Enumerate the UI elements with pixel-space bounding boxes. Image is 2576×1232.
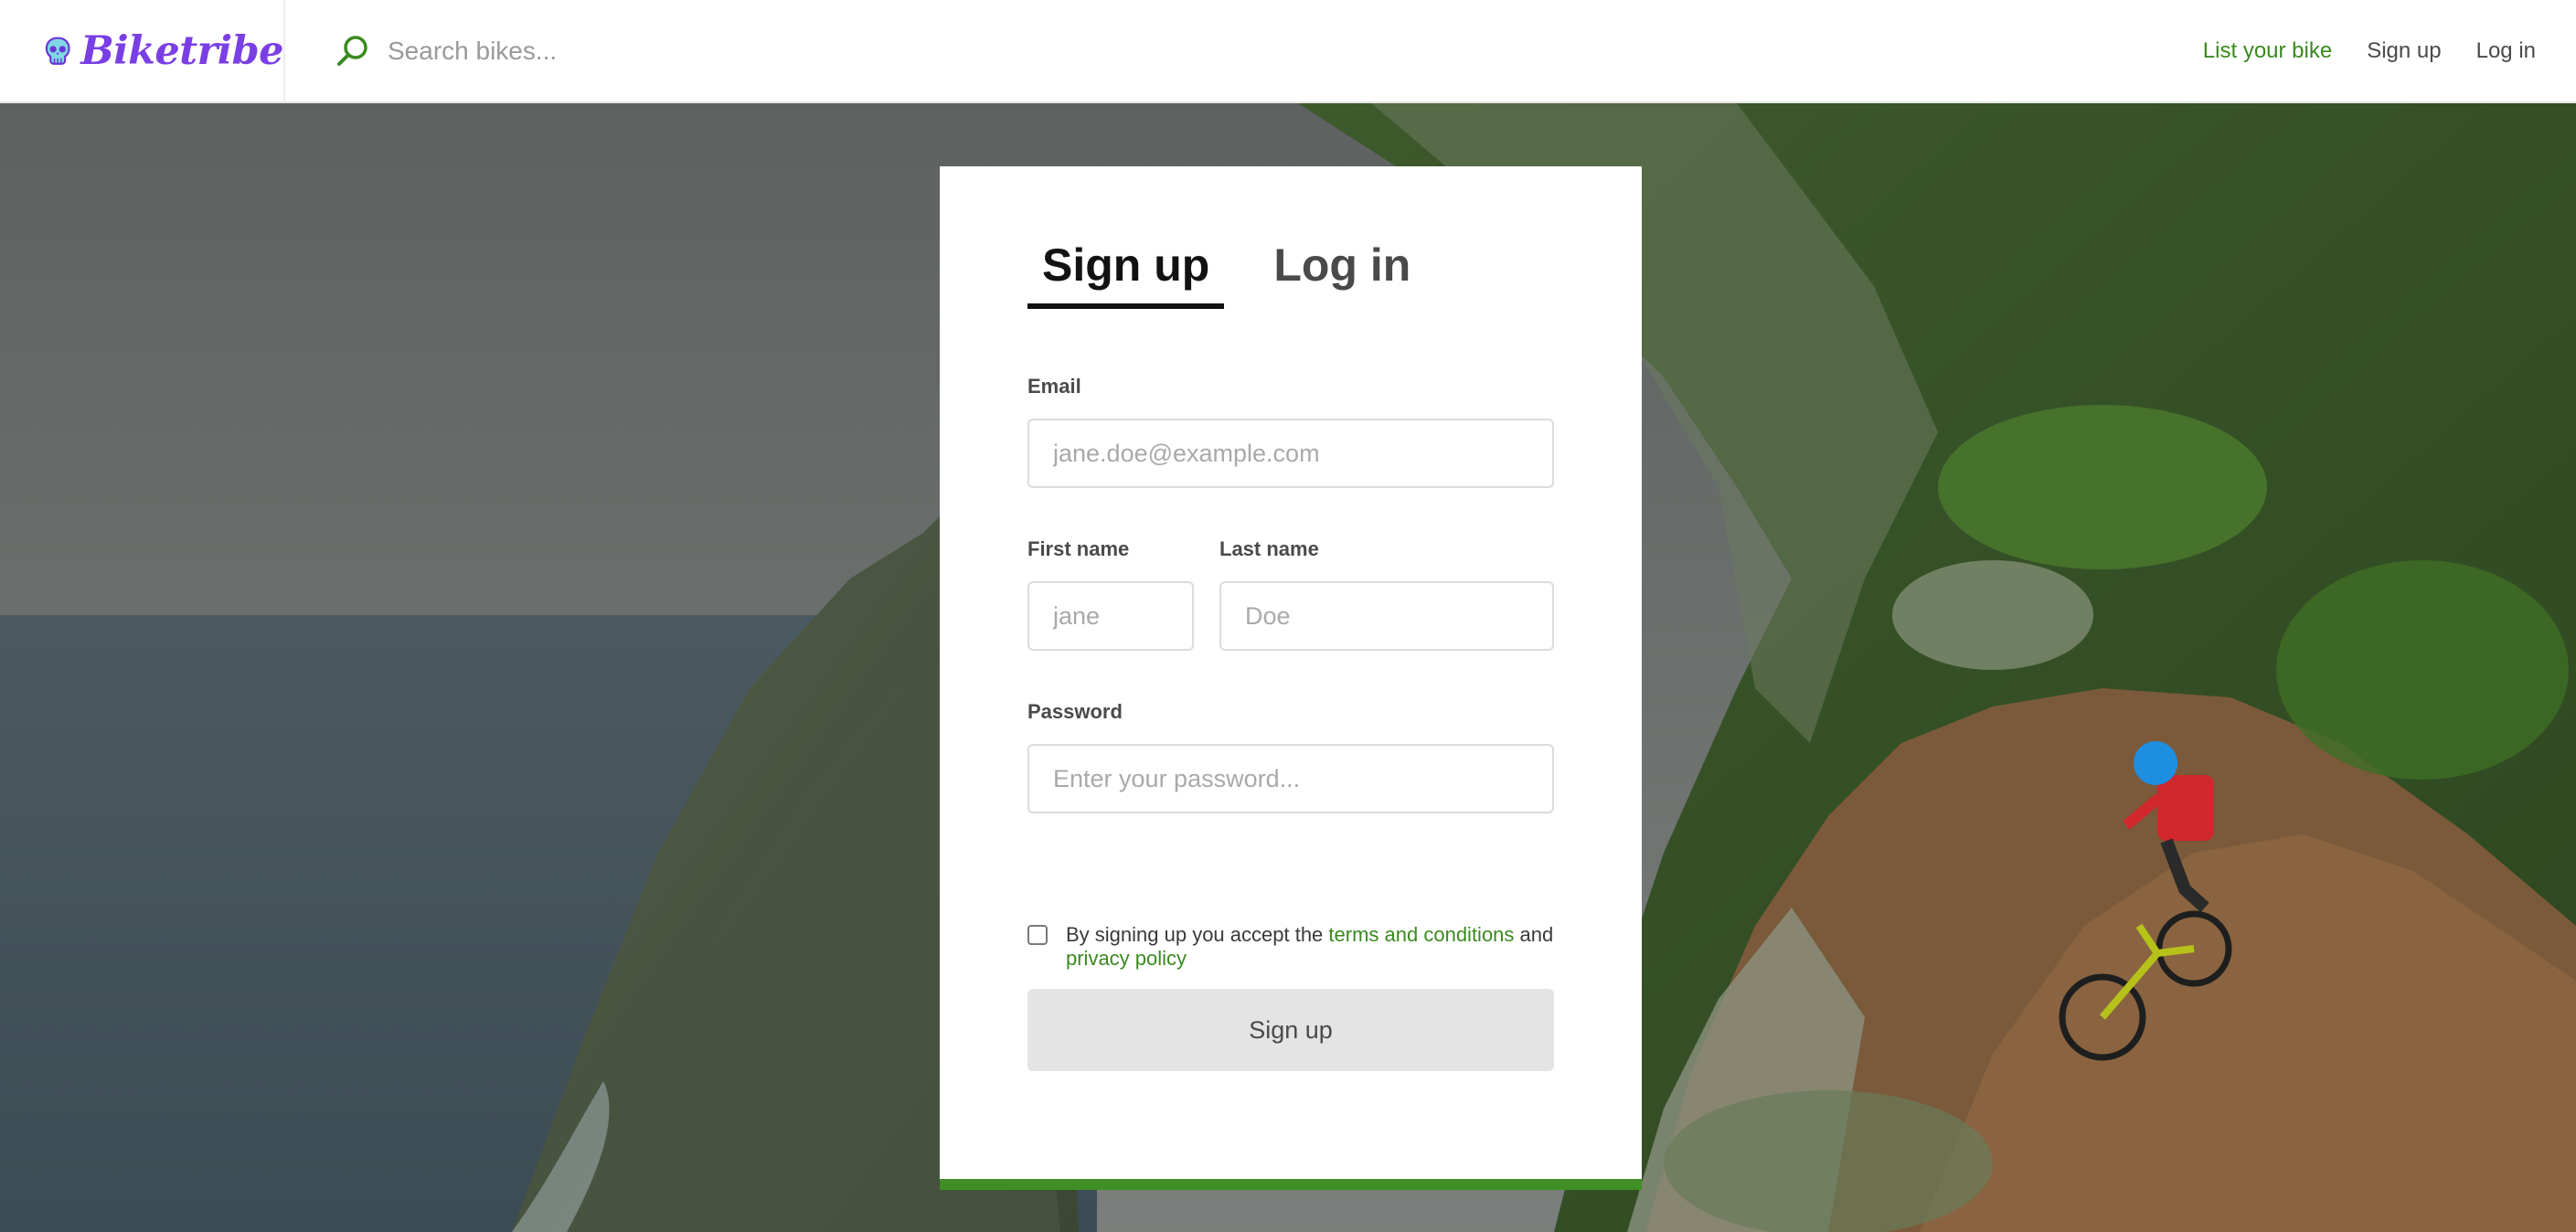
search-input[interactable]	[386, 35, 1026, 67]
header-nav: List your bike Sign up Log in	[2168, 38, 2576, 64]
list-your-bike-link[interactable]: List your bike	[2203, 38, 2332, 64]
first-name-label: First name	[1027, 537, 1130, 560]
auth-modal: Sign up Log in Email First name Last nam…	[940, 166, 1642, 1190]
tab-signup[interactable]: Sign up	[1027, 239, 1225, 309]
password-field[interactable]	[1027, 744, 1554, 813]
tab-login[interactable]: Log in	[1259, 239, 1425, 309]
last-name-label: Last name	[1219, 537, 1319, 560]
brand-name: Biketribe	[80, 27, 283, 74]
terms-prefix: By signing up you accept the	[1066, 923, 1329, 946]
signup-submit-button[interactable]: Sign up	[1027, 989, 1554, 1071]
terms-checkbox[interactable]	[1027, 925, 1048, 945]
search-bar	[335, 33, 2168, 69]
terms-middle: and	[1514, 923, 1554, 946]
first-name-field[interactable]	[1027, 581, 1194, 651]
password-label: Password	[1027, 700, 1123, 723]
card-accent-bar	[940, 1179, 1642, 1190]
header-signup-link[interactable]: Sign up	[2367, 38, 2441, 64]
terms-and-conditions-link[interactable]: terms and conditions	[1328, 923, 1514, 946]
email-field[interactable]	[1027, 419, 1554, 488]
header-login-link[interactable]: Log in	[2476, 38, 2536, 64]
terms-text: By signing up you accept the terms and c…	[1066, 923, 1576, 971]
top-navigation-bar: Biketribe List your bike Sign up Log in	[0, 0, 2576, 103]
privacy-policy-link[interactable]: privacy policy	[1066, 947, 1187, 970]
skull-icon	[45, 36, 70, 65]
email-label: Email	[1027, 375, 1081, 398]
auth-tabs: Sign up Log in	[1027, 239, 1460, 309]
brand-logo[interactable]: Biketribe	[0, 0, 285, 101]
last-name-field[interactable]	[1219, 581, 1554, 651]
search-icon	[337, 35, 367, 66]
terms-agreement: By signing up you accept the terms and c…	[1027, 923, 1576, 971]
